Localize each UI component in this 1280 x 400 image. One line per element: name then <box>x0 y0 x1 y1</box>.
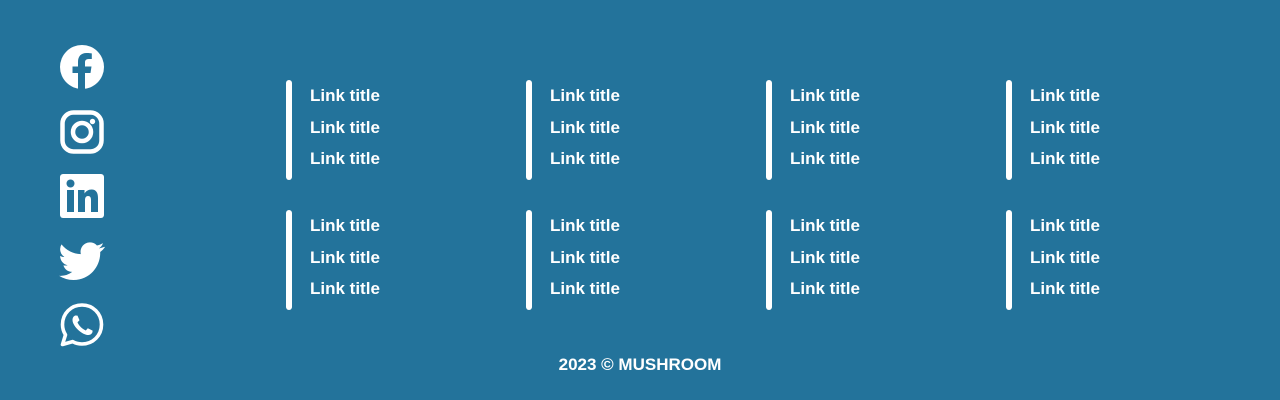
footer-link[interactable]: Link title <box>550 248 620 267</box>
whatsapp-link[interactable] <box>59 302 105 348</box>
column-divider <box>1006 80 1012 180</box>
twitter-link[interactable] <box>59 238 105 284</box>
whatsapp-icon <box>60 303 104 347</box>
footer-link[interactable]: Link title <box>1030 118 1100 137</box>
link-column: Link title Link title Link title <box>526 210 766 310</box>
link-column: Link title Link title Link title <box>766 80 1006 180</box>
footer-link[interactable]: Link title <box>550 118 620 137</box>
footer-link[interactable]: Link title <box>1030 149 1100 168</box>
copyright-text: 2023 © MUSHROOM <box>558 355 722 374</box>
link-column: Link title Link title Link title <box>1006 210 1246 310</box>
column-divider <box>286 210 292 310</box>
footer-link[interactable]: Link title <box>550 279 620 298</box>
link-row: Link title Link title Link title Link ti… <box>286 80 1246 182</box>
footer-link[interactable]: Link title <box>550 86 620 105</box>
link-column: Link title Link title Link title <box>766 210 1006 310</box>
column-divider <box>766 210 772 310</box>
twitter-icon <box>59 241 105 280</box>
footer-link[interactable]: Link title <box>310 248 380 267</box>
link-column: Link title Link title Link title <box>1006 80 1246 180</box>
column-divider <box>526 210 532 310</box>
link-column: Link title Link title Link title <box>286 80 526 180</box>
footer-link[interactable]: Link title <box>1030 279 1100 298</box>
instagram-link[interactable] <box>59 109 105 155</box>
column-divider <box>526 80 532 180</box>
social-links <box>59 44 105 367</box>
column-divider <box>1006 210 1012 310</box>
facebook-icon <box>60 45 104 90</box>
footer-link[interactable]: Link title <box>790 149 860 168</box>
footer-link[interactable]: Link title <box>790 118 860 137</box>
linkedin-icon <box>60 174 104 218</box>
footer-link[interactable]: Link title <box>310 149 380 168</box>
footer-link[interactable]: Link title <box>790 279 860 298</box>
footer-link[interactable]: Link title <box>310 118 380 137</box>
link-column: Link title Link title Link title <box>286 210 526 310</box>
footer-link[interactable]: Link title <box>790 216 860 235</box>
footer-link[interactable]: Link title <box>1030 216 1100 235</box>
footer-link[interactable]: Link title <box>310 216 380 235</box>
footer-link[interactable]: Link title <box>310 279 380 298</box>
link-column: Link title Link title Link title <box>526 80 766 180</box>
footer-link-grid: Link title Link title Link title Link ti… <box>286 80 1246 312</box>
footer-link[interactable]: Link title <box>1030 248 1100 267</box>
instagram-icon <box>60 109 104 154</box>
footer-link[interactable]: Link title <box>550 149 620 168</box>
footer-link[interactable]: Link title <box>790 248 860 267</box>
footer-link[interactable]: Link title <box>310 86 380 105</box>
footer-link[interactable]: Link title <box>550 216 620 235</box>
linkedin-link[interactable] <box>59 173 105 219</box>
column-divider <box>286 80 292 180</box>
footer-link[interactable]: Link title <box>1030 86 1100 105</box>
link-row: Link title Link title Link title Link ti… <box>286 210 1246 312</box>
column-divider <box>766 80 772 180</box>
facebook-link[interactable] <box>59 44 105 90</box>
footer-link[interactable]: Link title <box>790 86 860 105</box>
